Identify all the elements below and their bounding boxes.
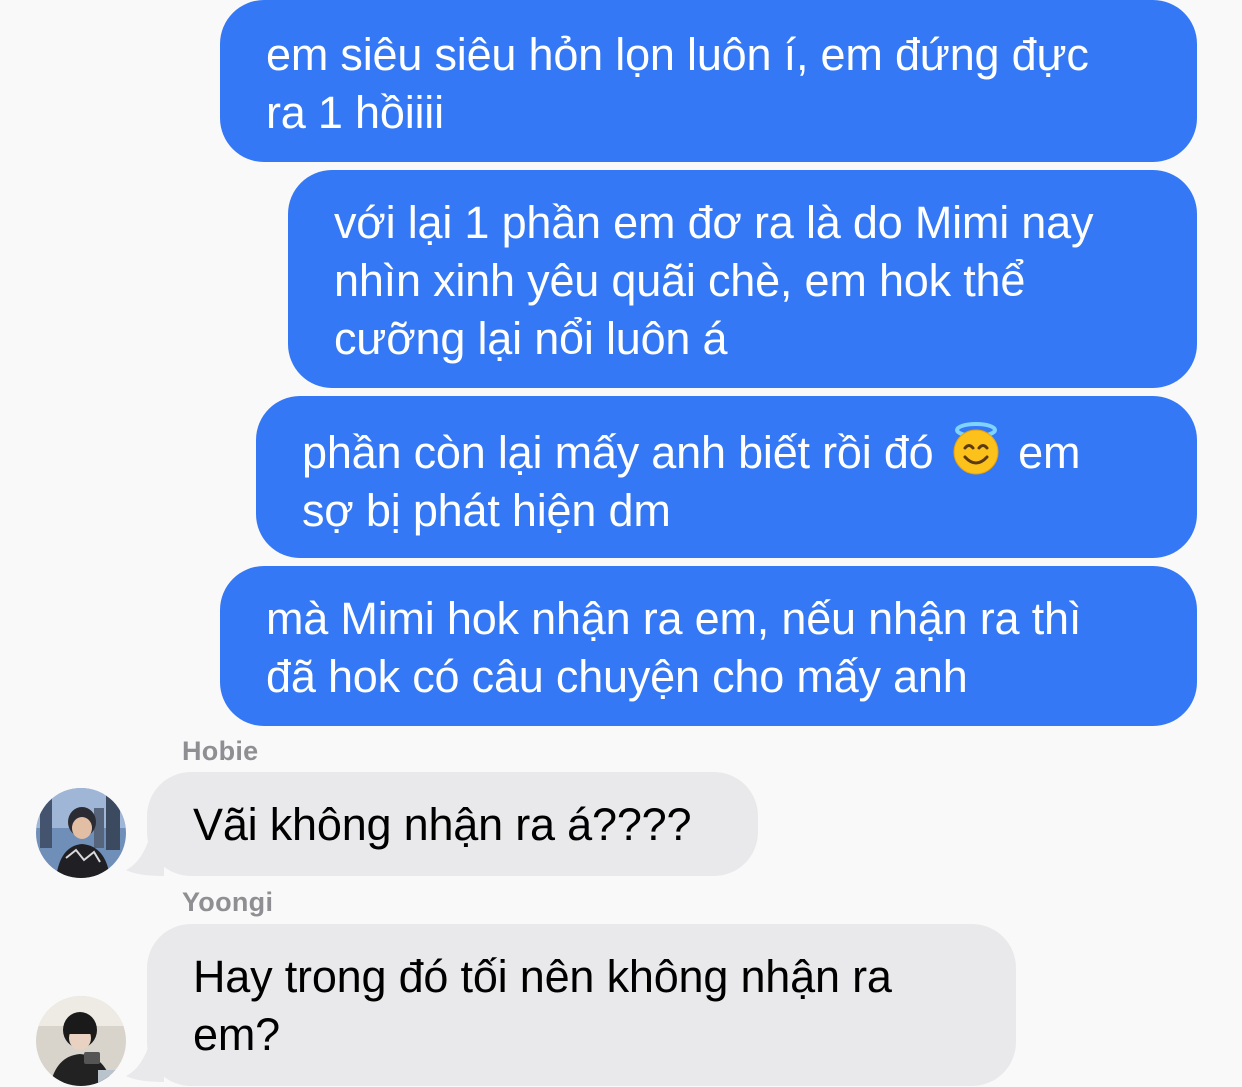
smiling-face-with-halo-emoji [953,422,999,475]
message-thread: em siêu siêu hỏn lọn luôn í, em đứng đực… [0,0,1242,1087]
message-line: em? [193,1009,280,1060]
message-line: nhìn xinh yêu quãi chè, em hok thể [334,255,1026,306]
outgoing-message[interactable]: phần còn lại mấy anh biết rồi đó em sợ b… [256,396,1197,558]
outgoing-message[interactable]: em siêu siêu hỏn lọn luôn í, em đứng đực… [220,0,1197,162]
message-text: em [1018,427,1081,478]
message-line: đã hok có câu chuyện cho mấy anh [266,651,968,702]
message-line: cưỡng lại nổi luôn á [334,313,728,364]
avatar-photo [36,788,126,878]
outgoing-message[interactable]: với lại 1 phần em đơ ra là do Mimi nay n… [288,170,1197,388]
outgoing-message[interactable]: mà Mimi hok nhận ra em, nếu nhận ra thì … [220,566,1197,726]
sender-name: Hobie [182,736,259,766]
avatar[interactable] [36,996,126,1086]
message-text: phần còn lại mấy anh biết rồi đó [302,427,934,478]
incoming-message[interactable]: Vãi không nhận ra á???? [147,772,758,876]
message-line: mà Mimi hok nhận ra em, nếu nhận ra thì [266,593,1082,644]
message-line: sợ bị phát hiện dm [302,485,671,536]
message-line: em siêu siêu hỏn lọn luôn í, em đứng đực [266,29,1089,80]
message-line: Vãi không nhận ra á???? [193,799,692,850]
sender-name: Yoongi [182,887,274,917]
message-line: ra 1 hồiiii [266,87,444,138]
avatar-photo [36,996,126,1086]
message-line: với lại 1 phần em đơ ra là do Mimi nay [334,197,1094,248]
avatar[interactable] [36,788,126,878]
incoming-message[interactable]: Hay trong đó tối nên không nhận ra em? [147,924,1016,1086]
message-line: Hay trong đó tối nên không nhận ra [193,951,892,1002]
message-line: phần còn lại mấy anh biết rồi đó em [302,420,1197,482]
